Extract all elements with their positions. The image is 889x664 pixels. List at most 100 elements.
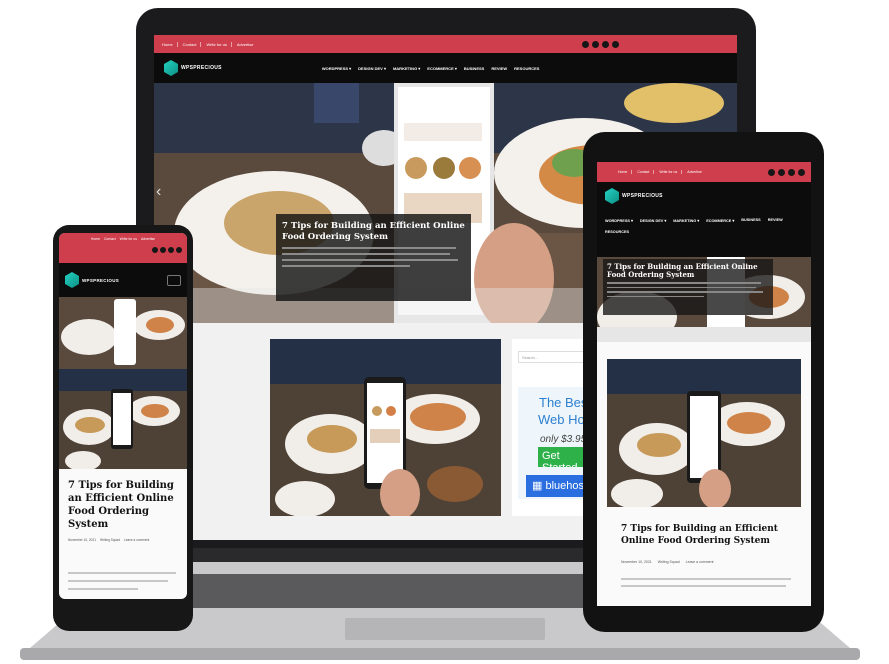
hero-title[interactable]: 7 Tips for Building an Efficient Online …	[282, 221, 465, 243]
nav-item-business[interactable]: BUSINESS	[741, 218, 760, 223]
tablet-social-icons	[768, 168, 805, 176]
excerpt-line	[68, 588, 138, 590]
facebook-icon[interactable]	[582, 40, 589, 48]
top-link-contact[interactable]: Contact	[637, 170, 655, 174]
pinterest-icon[interactable]	[788, 168, 795, 176]
instagram-icon[interactable]	[798, 168, 805, 176]
nav-links: WORDPRESS ▾ DESIGN DEV ▾ MARKETING ▾ ECO…	[322, 66, 540, 71]
twitter-icon[interactable]	[778, 168, 785, 176]
slider-prev-icon[interactable]: ‹	[156, 183, 161, 201]
main-nav: WPSPRECIOUS WORDPRESS ▾ DESIGN DEV ▾ MAR…	[154, 53, 737, 83]
excerpt-line	[282, 247, 456, 249]
post-comments[interactable]: Leave a comment	[686, 560, 714, 564]
logo-hexagon-icon	[65, 272, 79, 288]
phone-hero-photo[interactable]	[59, 297, 187, 369]
top-link-home[interactable]: Home	[618, 170, 633, 174]
nav-item-design-dev[interactable]: DESIGN DEV ▾	[358, 66, 386, 71]
tablet-hero-caption[interactable]: 7 Tips for Building an Efficient Online …	[603, 259, 773, 315]
phone-post-image[interactable]	[59, 369, 187, 469]
nav-item-review[interactable]: REVIEW	[491, 66, 507, 71]
grid-icon: ▦	[532, 480, 546, 492]
tablet-post-meta: November 10, 2021 Writing Squad Leave a …	[621, 560, 714, 564]
nav-item-ecommerce[interactable]: ECOMMERCE ▾	[427, 66, 457, 71]
top-link-advertise[interactable]: Advertise	[687, 170, 706, 174]
nav-item-marketing[interactable]: MARKETING ▾	[673, 218, 699, 223]
phone-top-bar: Home Contact Write for us Advertise	[59, 233, 187, 263]
facebook-icon[interactable]	[152, 247, 158, 253]
tablet-top-links: Home Contact Write for us Advertise	[618, 170, 706, 174]
tablet-post-title[interactable]: 7 Tips for Building an Efficient Online …	[621, 523, 791, 547]
logo-text: WPSPRECIOUS	[181, 65, 222, 71]
nav-item-wordpress[interactable]: WORDPRESS ▾	[605, 218, 633, 223]
pinterest-icon[interactable]	[602, 40, 609, 48]
excerpt-line	[282, 259, 458, 261]
excerpt-line	[68, 572, 176, 574]
excerpt-line	[607, 282, 761, 284]
nav-item-resources[interactable]: RESOURCES	[514, 66, 539, 71]
nav-item-resources[interactable]: RESOURCES	[605, 230, 629, 234]
excerpt-line	[607, 295, 705, 298]
post-date: November 10, 2021	[68, 538, 96, 542]
excerpt-line	[282, 265, 411, 267]
instagram-icon[interactable]	[176, 247, 182, 253]
excerpt-line	[607, 286, 757, 289]
logo-text: WPSPRECIOUS	[82, 277, 120, 283]
top-links: Home Contact Write for us Advertise	[162, 41, 258, 47]
tablet-hero[interactable]: 7 Tips for Building an Efficient Online …	[597, 257, 811, 342]
phone-top-links: Home Contact Write for us Advertise	[64, 237, 182, 241]
top-link-write[interactable]: Write for us	[120, 237, 137, 241]
post-date: November 10, 2021	[621, 560, 652, 564]
facebook-icon[interactable]	[768, 168, 775, 176]
excerpt-line	[621, 578, 791, 580]
ad-brand-text: bluehost	[545, 480, 588, 492]
hero-title[interactable]: 7 Tips for Building an Efficient Online …	[607, 263, 769, 279]
phone-post-meta: November 10, 2021 Writing Squad Leave a …	[68, 538, 178, 542]
site-logo[interactable]: WPSPRECIOUS	[65, 272, 119, 288]
tablet-top-bar: Home Contact Write for us Advertise	[597, 162, 811, 182]
pinterest-icon[interactable]	[168, 247, 174, 253]
top-link-advertise[interactable]: Advertise	[141, 237, 155, 241]
top-bar: Home Contact Write for us Advertise	[154, 35, 737, 53]
excerpt-line	[621, 585, 786, 587]
food-photo	[270, 339, 501, 516]
tablet-nav-links: WORDPRESS ▾ DESIGN DEV ▾ MARKETING ▾ ECO…	[605, 218, 803, 234]
food-photo	[607, 359, 801, 507]
post-comments[interactable]: Leave a comment	[124, 538, 149, 542]
phone-nav: WPSPRECIOUS	[59, 263, 187, 297]
post-card-image[interactable]	[270, 339, 501, 516]
excerpt-line	[607, 291, 763, 293]
top-link-write[interactable]: Write for us	[659, 170, 683, 174]
top-link-contact[interactable]: Contact	[183, 41, 202, 47]
phone-social-icons	[64, 247, 182, 253]
post-author[interactable]: Writing Squad	[100, 538, 120, 542]
phone-screen: Home Contact Write for us Advertise WPSP…	[59, 233, 187, 599]
excerpt-line	[282, 253, 451, 255]
nav-item-design-dev[interactable]: DESIGN DEV ▾	[640, 218, 666, 223]
top-link-contact[interactable]: Contact	[104, 237, 116, 241]
excerpt-line	[68, 580, 168, 582]
top-link-advertise[interactable]: Advertise	[237, 42, 258, 47]
nav-item-review[interactable]: REVIEW	[768, 218, 783, 223]
responsive-devices-mockup: Home Contact Write for us Advertise WPSP…	[0, 0, 889, 664]
post-author[interactable]: Writing Squad	[658, 560, 680, 564]
nav-item-marketing[interactable]: MARKETING ▾	[393, 66, 420, 71]
hero-caption[interactable]: 7 Tips for Building an Efficient Online …	[276, 214, 471, 301]
tablet-nav: WPSPRECIOUS WORDPRESS ▾ DESIGN DEV ▾ MAR…	[597, 182, 811, 257]
twitter-icon[interactable]	[160, 247, 166, 253]
top-link-home[interactable]: Home	[91, 237, 100, 241]
hamburger-menu-icon[interactable]	[167, 274, 181, 286]
nav-item-wordpress[interactable]: WORDPRESS ▾	[322, 66, 351, 71]
nav-item-ecommerce[interactable]: ECOMMERCE ▾	[706, 218, 734, 223]
phone-post-title[interactable]: 7 Tips for Building an Efficient Online …	[68, 479, 183, 531]
logo-hexagon-icon	[164, 60, 178, 76]
logo-hexagon-icon	[605, 188, 619, 204]
site-logo[interactable]: WPSPRECIOUS	[605, 188, 803, 204]
logo-text: WPSPRECIOUS	[622, 193, 663, 199]
tablet-post-image[interactable]	[607, 359, 801, 507]
top-link-write[interactable]: Write for us	[206, 41, 232, 47]
instagram-icon[interactable]	[612, 40, 619, 48]
twitter-icon[interactable]	[592, 40, 599, 48]
site-logo[interactable]: WPSPRECIOUS	[164, 60, 222, 76]
nav-item-business[interactable]: BUSINESS	[464, 66, 484, 71]
top-link-home[interactable]: Home	[162, 41, 178, 47]
